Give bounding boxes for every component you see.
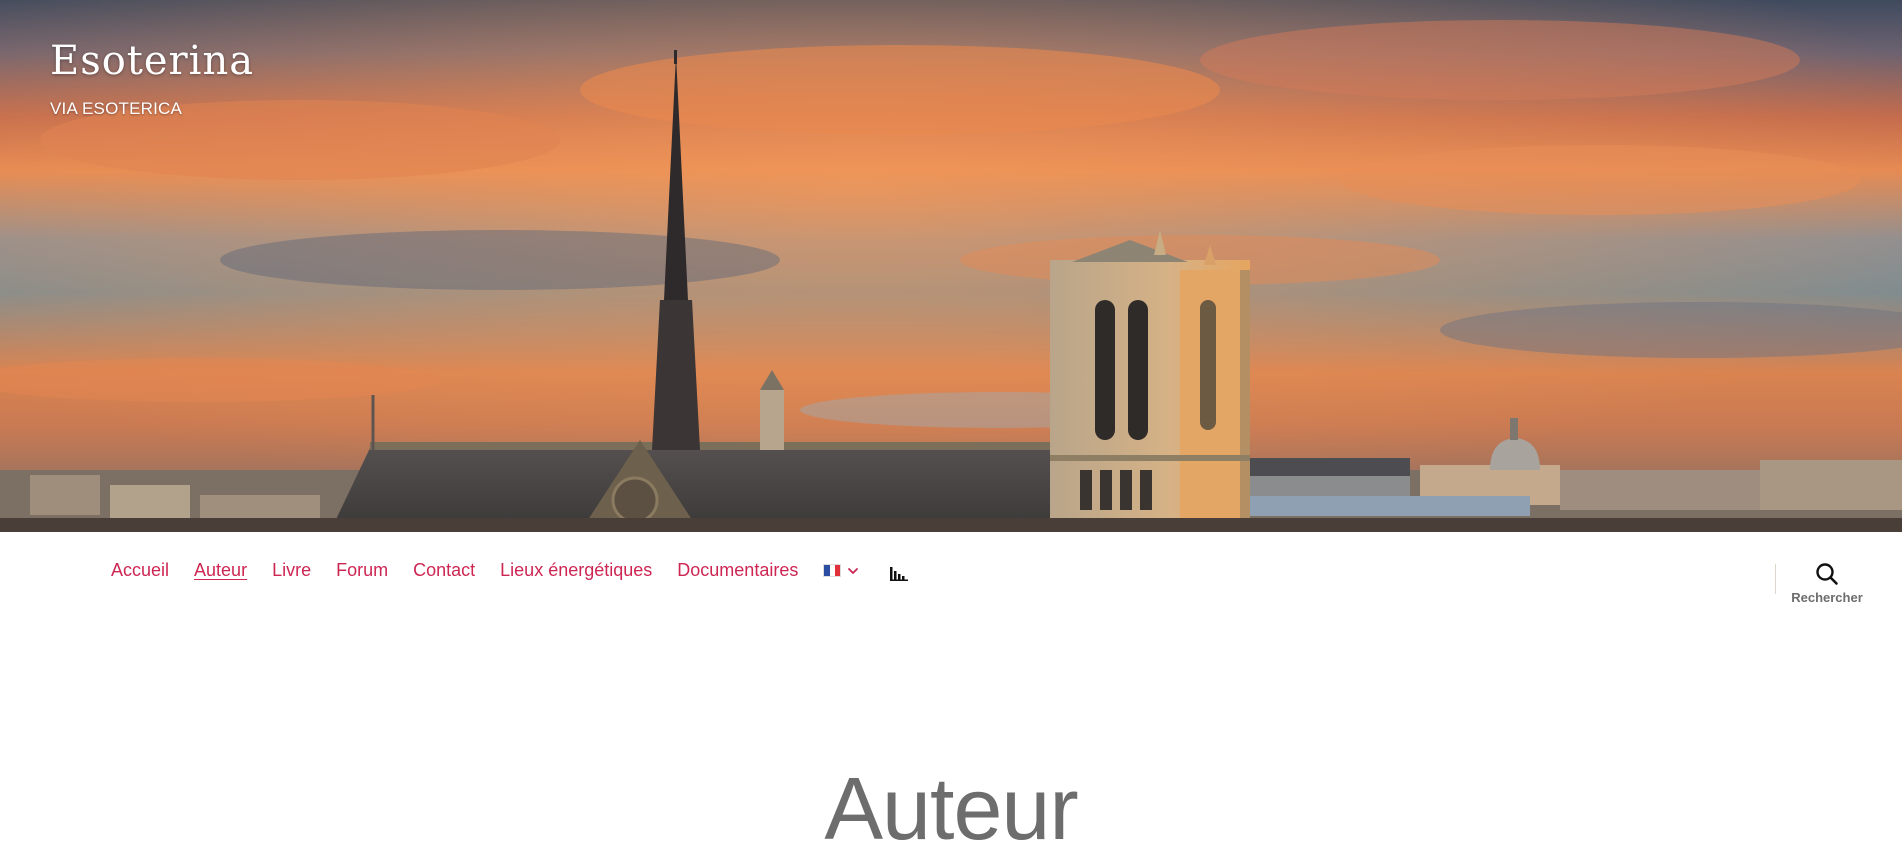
language-switcher[interactable] <box>823 564 859 577</box>
search-icon <box>1816 563 1838 585</box>
primary-menu: Accueil Auteur Livre Forum Contact Lieux… <box>111 560 909 581</box>
nav-item-lieux-energetiques[interactable]: Lieux énergétiques <box>500 560 652 581</box>
page-title: Auteur <box>824 758 1078 858</box>
french-flag-icon <box>823 564 842 577</box>
nav-item-auteur[interactable]: Auteur <box>194 560 247 581</box>
site-title[interactable]: Esoterina <box>50 38 254 84</box>
primary-navigation: Accueil Auteur Livre Forum Contact Lieux… <box>0 532 1902 632</box>
search-toggle-button[interactable]: Rechercher <box>1786 562 1868 605</box>
nav-item-documentaires[interactable]: Documentaires <box>677 560 798 581</box>
search-label: Rechercher <box>1791 590 1863 605</box>
nav-item-livre[interactable]: Livre <box>272 560 311 581</box>
nav-item-accueil[interactable]: Accueil <box>111 560 169 581</box>
site-tagline: VIA ESOTERICA <box>50 99 183 118</box>
bar-chart-icon[interactable] <box>889 565 909 581</box>
chevron-down-icon <box>848 567 859 574</box>
notre-dame-skyline-illustration <box>0 0 1902 532</box>
header-hero-image: Esoterina VIA ESOTERICA <box>0 0 1902 532</box>
nav-item-forum[interactable]: Forum <box>336 560 388 581</box>
search-divider <box>1775 564 1776 594</box>
nav-item-contact[interactable]: Contact <box>413 560 475 581</box>
